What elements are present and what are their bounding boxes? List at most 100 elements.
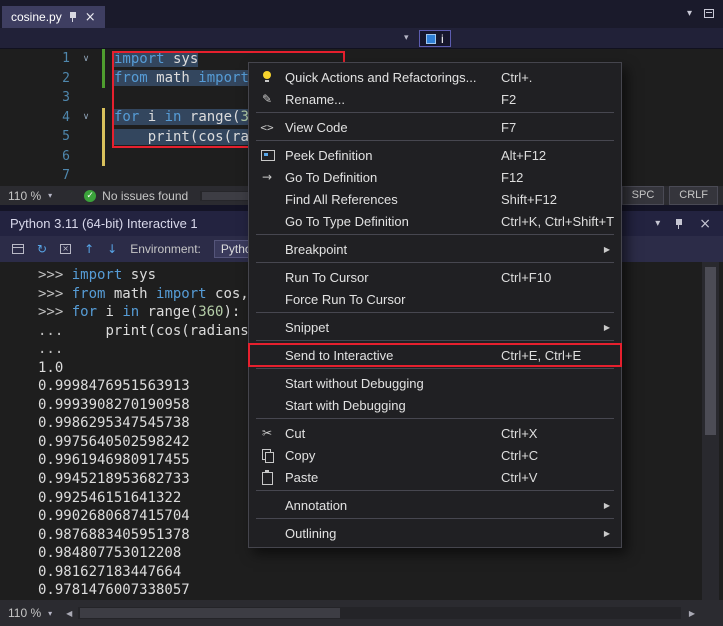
- menu-item-label: Force Run To Cursor: [285, 292, 405, 307]
- line-number[interactable]: 4: [0, 110, 70, 125]
- menu-item-label: Quick Actions and Refactorings...: [285, 70, 476, 85]
- menu-item-shortcut: Ctrl+X: [501, 426, 537, 441]
- menu-item-run-to-cursor[interactable]: Run To CursorCtrl+F10: [249, 266, 621, 288]
- menu-item-find-all-references[interactable]: Find All ReferencesShift+F12: [249, 188, 621, 210]
- chevron-down-icon[interactable]: ▾: [655, 218, 660, 229]
- menu-item-annotation[interactable]: Annotation ▶: [249, 494, 621, 516]
- menu-item-go-to-definition[interactable]: Go To DefinitionF12: [249, 166, 621, 188]
- interactive-title: Python 3.11 (64-bit) Interactive 1: [10, 216, 198, 231]
- interactive-horizontal-scrollbar[interactable]: [78, 607, 681, 619]
- no-issues-check-icon: ✓: [84, 190, 96, 202]
- menu-separator: [256, 518, 614, 519]
- pin-icon[interactable]: [69, 11, 78, 23]
- history-previous-icon[interactable]: ↑: [84, 242, 94, 256]
- line-number[interactable]: 6: [0, 149, 70, 164]
- menu-item-snippet[interactable]: Snippet ▶: [249, 316, 621, 338]
- menu-item-label: Cut: [285, 426, 305, 441]
- change-tracking-bar: [102, 69, 105, 89]
- goto-icon: [258, 169, 276, 185]
- close-icon[interactable]: ×: [85, 11, 96, 24]
- editor-zoom-control[interactable]: 110 % ▾: [0, 186, 60, 205]
- line-number[interactable]: 7: [0, 168, 70, 183]
- menu-item-label: Annotation: [285, 498, 347, 513]
- interactive-vertical-scrollbar[interactable]: [702, 262, 719, 600]
- scroll-right-icon[interactable]: ▶: [683, 609, 701, 618]
- menu-item-label: Paste: [285, 470, 318, 485]
- repl-line: 0.9781476007338057: [38, 581, 700, 600]
- menu-item-label: Go To Type Definition: [285, 214, 409, 229]
- menu-item-label: Rename...: [285, 92, 345, 107]
- menu-item-label: Snippet: [285, 320, 329, 335]
- tab-cosine-py[interactable]: cosine.py ×: [2, 6, 105, 28]
- menu-separator: [256, 312, 614, 313]
- clear-screen-icon[interactable]: ×: [60, 244, 71, 254]
- menu-item-view-code[interactable]: View CodeF7: [249, 116, 621, 138]
- menu-item-peek-definition[interactable]: Peek DefinitionAlt+F12: [249, 144, 621, 166]
- interactive-window-icon[interactable]: [12, 244, 24, 254]
- menu-item-outlining[interactable]: Outlining▶: [249, 522, 621, 544]
- scrollbar-corner: [701, 600, 723, 626]
- menu-item-cut[interactable]: Cut Ctrl+X: [249, 422, 621, 444]
- menu-item-shortcut: Ctrl+C: [501, 448, 538, 463]
- scrollbar-thumb[interactable]: [80, 608, 340, 618]
- menu-separator: [256, 340, 614, 341]
- lightbulb-icon: [258, 69, 276, 85]
- close-icon[interactable]: ×: [699, 217, 711, 231]
- menu-item-copy[interactable]: Copy Ctrl+C: [249, 444, 621, 466]
- fold-chevron-icon[interactable]: ∨: [70, 112, 102, 122]
- submenu-arrow-icon: ▶: [604, 501, 610, 510]
- menu-item-label: Start without Debugging: [285, 376, 424, 391]
- space-indicator[interactable]: SPC: [622, 186, 665, 205]
- menu-item-shortcut: F7: [501, 120, 516, 135]
- line-number[interactable]: 5: [0, 129, 70, 144]
- menu-item-label: Copy: [285, 448, 315, 463]
- menu-item-label: Run To Cursor: [285, 270, 369, 285]
- menu-item-rename[interactable]: Rename... F2: [249, 88, 621, 110]
- menu-item-paste[interactable]: Paste Ctrl+V: [249, 466, 621, 488]
- menu-item-start-with-debugging[interactable]: Start with Debugging: [249, 394, 621, 416]
- window-list-icon[interactable]: [704, 9, 714, 18]
- fold-chevron-icon[interactable]: ∨: [70, 54, 102, 64]
- menu-item-shortcut: Ctrl+E, Ctrl+E: [501, 348, 581, 363]
- cut-icon: [258, 425, 276, 441]
- interactive-zoom-control[interactable]: 110 % ▾: [0, 600, 60, 626]
- editor-search-box[interactable]: i: [419, 30, 451, 47]
- environment-value: Pytho: [221, 242, 252, 256]
- issues-status-text: No issues found: [102, 189, 188, 203]
- line-number[interactable]: 1: [0, 51, 70, 66]
- code-text[interactable]: import sys: [114, 51, 198, 67]
- menu-separator: [256, 112, 614, 113]
- pin-icon[interactable]: [675, 218, 684, 230]
- submenu-arrow-icon: ▶: [604, 245, 610, 254]
- menu-item-shortcut: Ctrl+K, Ctrl+Shift+T: [501, 214, 614, 229]
- intellisense-icon: [426, 34, 436, 44]
- chevron-down-icon[interactable]: ▾: [404, 33, 409, 43]
- interactive-bottom-bar: 110 % ▾ ◀ ▶: [0, 600, 723, 626]
- rename-icon: [258, 91, 276, 107]
- menu-separator: [256, 234, 614, 235]
- line-ending-indicator[interactable]: CRLF: [669, 186, 718, 205]
- open-files-chevron-icon[interactable]: ▾: [687, 8, 692, 19]
- visual-studio-window: cosine.py × ▾ ▾ i 1∨import sys2from math…: [0, 0, 723, 626]
- submenu-arrow-icon: ▶: [604, 323, 610, 332]
- menu-item-label: Go To Definition: [285, 170, 377, 185]
- line-number[interactable]: 2: [0, 71, 70, 86]
- menu-item-send-to-interactive[interactable]: Send to Interactive Ctrl+E, Ctrl+E: [249, 344, 621, 366]
- reset-icon[interactable]: ↻: [37, 242, 47, 256]
- menu-item-breakpoint[interactable]: Breakpoint▶: [249, 238, 621, 260]
- menu-item-start-without-debugging[interactable]: Start without Debugging: [249, 372, 621, 394]
- menu-item-shortcut: Ctrl+V: [501, 470, 537, 485]
- menu-item-shortcut: Shift+F12: [501, 192, 557, 207]
- menu-item-label: Send to Interactive: [285, 348, 393, 363]
- menu-item-quick-actions-and-refactorings[interactable]: Quick Actions and Refactorings...Ctrl+.: [249, 66, 621, 88]
- menu-separator: [256, 262, 614, 263]
- line-number[interactable]: 3: [0, 90, 70, 105]
- scrollbar-thumb[interactable]: [705, 267, 716, 435]
- search-value: i: [441, 32, 444, 46]
- history-next-icon[interactable]: ↓: [107, 242, 117, 256]
- menu-item-shortcut: F2: [501, 92, 516, 107]
- menu-item-label: Peek Definition: [285, 148, 372, 163]
- menu-item-go-to-type-definition[interactable]: Go To Type Definition Ctrl+K, Ctrl+Shift+…: [249, 210, 621, 232]
- menu-item-force-run-to-cursor[interactable]: Force Run To Cursor: [249, 288, 621, 310]
- scroll-left-icon[interactable]: ◀: [60, 609, 78, 618]
